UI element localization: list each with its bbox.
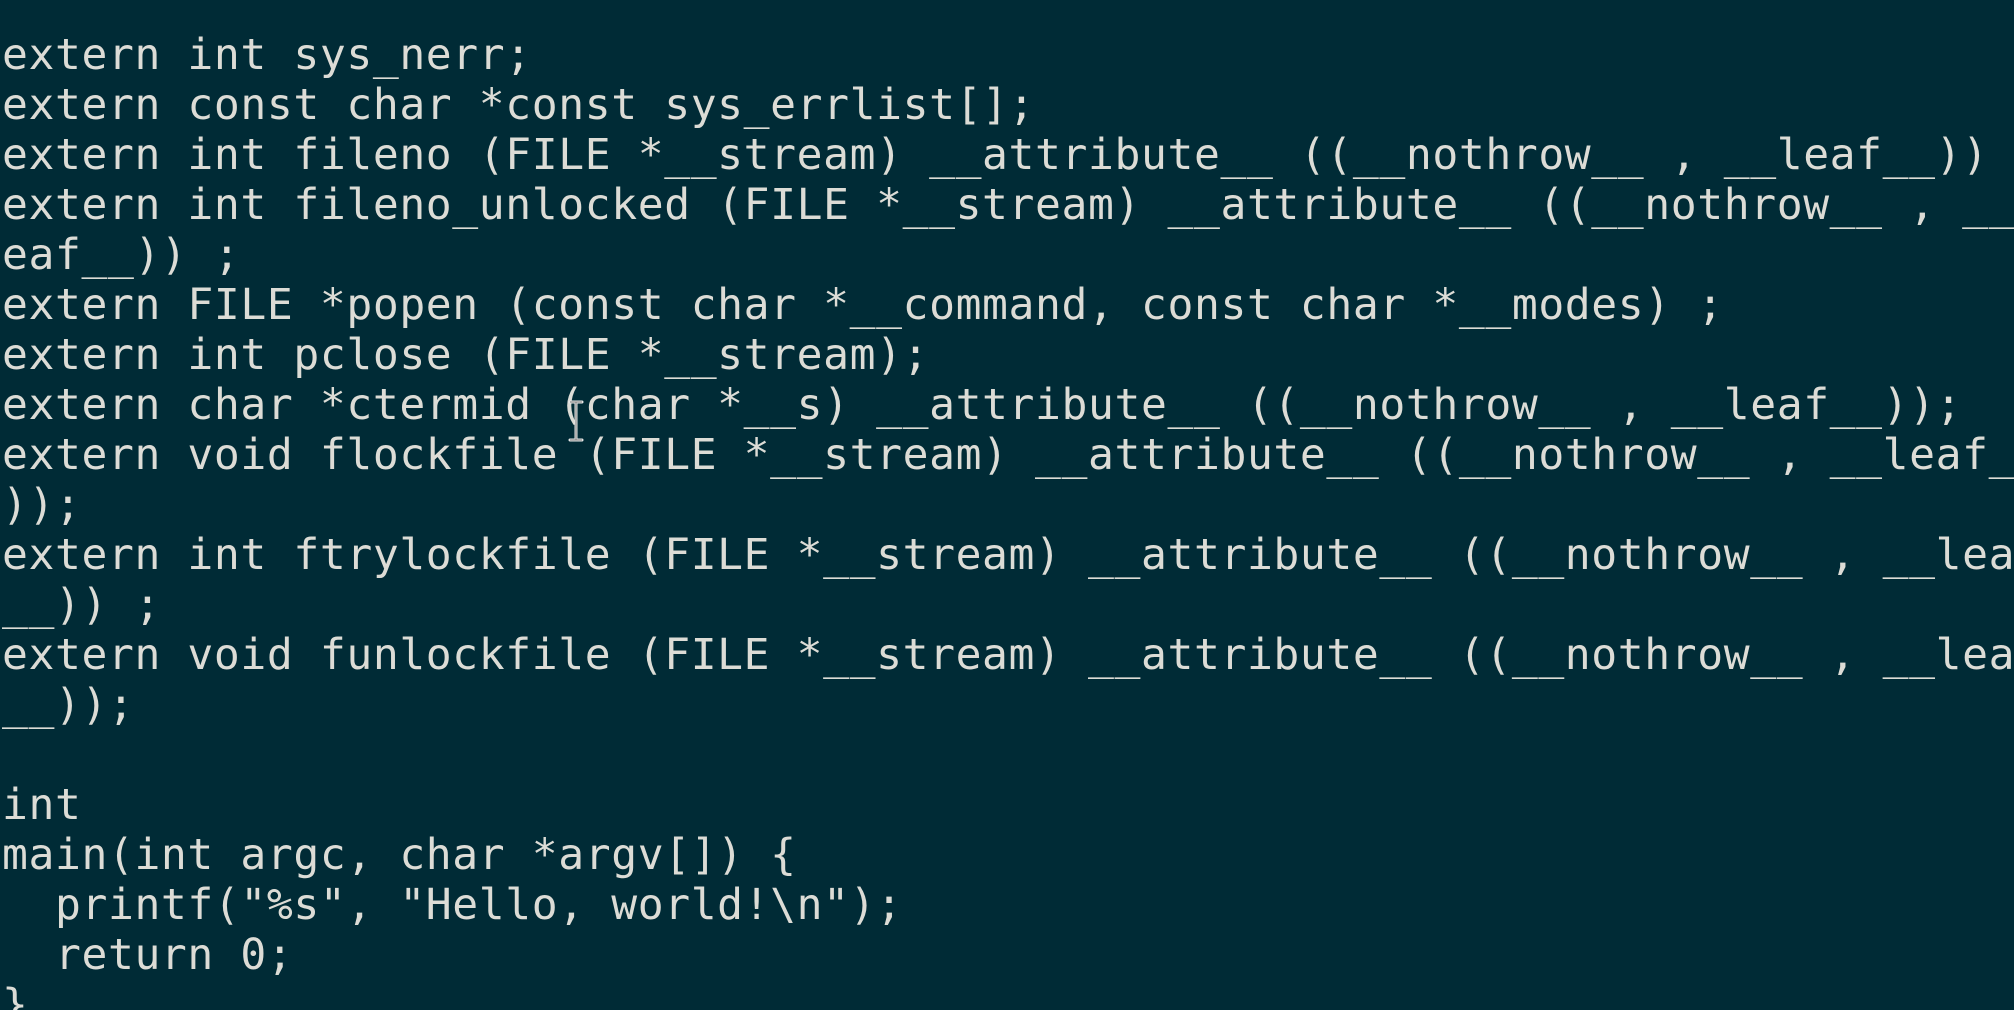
- terminal-line: eaf__)) ;: [2, 230, 241, 280]
- terminal-output: extern int sys_nerr; extern const char *…: [2, 30, 2014, 980]
- terminal-line: extern int fileno_unlocked (FILE *__stre…: [2, 180, 2014, 230]
- terminal-line: int: [2, 780, 82, 830]
- terminal-line: extern int pclose (FILE *__stream);: [2, 330, 930, 380]
- terminal-line: extern int sys_nerr;: [2, 30, 532, 80]
- terminal-line: __));: [2, 680, 135, 730]
- terminal-line: printf("%s", "Hello, world!\n");: [2, 880, 903, 930]
- terminal-line: extern char *ctermid (char *__s) __attri…: [2, 380, 1963, 430]
- i-beam-cursor-icon: [568, 400, 584, 442]
- terminal-window[interactable]: extern int sys_nerr; extern const char *…: [0, 0, 2014, 1010]
- terminal-line: ));: [2, 480, 82, 530]
- terminal-line: main(int argc, char *argv[]) {: [2, 830, 797, 880]
- terminal-line: extern int fileno (FILE *__stream) __att…: [2, 130, 2014, 180]
- terminal-line: extern void funlockfile (FILE *__stream)…: [2, 630, 2014, 680]
- terminal-line: extern FILE *popen (const char *__comman…: [2, 280, 1724, 330]
- terminal-line: extern void flockfile (FILE *__stream) _…: [2, 430, 2014, 480]
- terminal-line: return 0;: [2, 930, 294, 980]
- terminal-line: extern int ftrylockfile (FILE *__stream)…: [2, 530, 2014, 580]
- terminal-line: __)) ;: [2, 580, 161, 630]
- terminal-line: extern const char *const sys_errlist[];: [2, 80, 1036, 130]
- terminal-line-partial: }: [2, 980, 28, 1010]
